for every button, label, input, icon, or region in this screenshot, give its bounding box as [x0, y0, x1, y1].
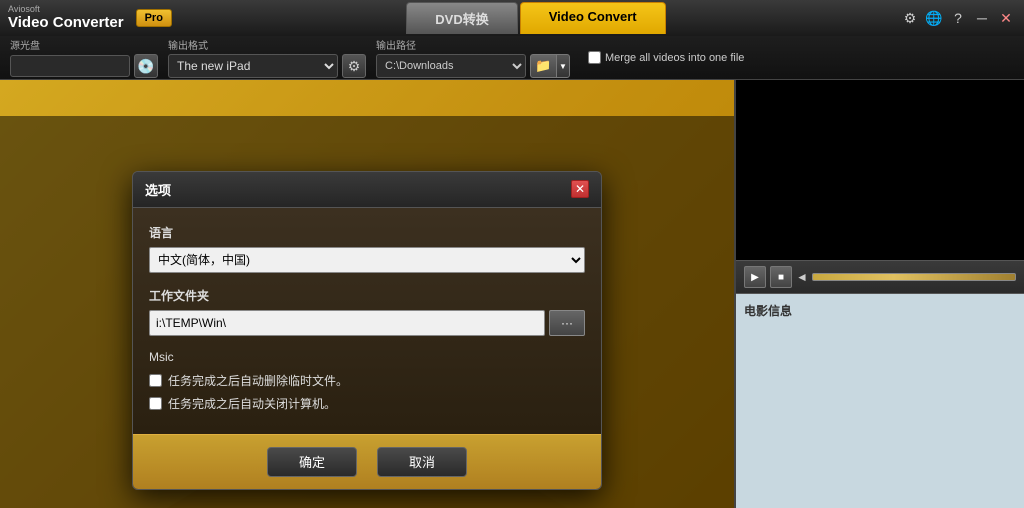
shutdown-checkbox[interactable] — [149, 397, 162, 410]
delete-temp-row: 任务完成之后自动删除临时文件。 — [149, 372, 585, 389]
tab-video[interactable]: Video Convert — [520, 2, 666, 34]
minimize-button[interactable]: ─ — [972, 8, 992, 28]
volume-icon: ◄ — [796, 270, 808, 284]
merge-label[interactable]: Merge all videos into one file — [605, 52, 744, 64]
options-dialog: 选项 ✕ 语言 中文(简体，中国) 工作文件夹 ··· — [132, 171, 602, 490]
window-controls: ⚙ 🌐 ? ─ ✕ — [900, 8, 1016, 28]
title-bar: Aviosoft Video Converter Pro DVD转换 Video… — [0, 0, 1024, 36]
shutdown-label[interactable]: 任务完成之后自动关闭计算机。 — [168, 395, 336, 412]
modal-footer: 确定 取消 — [133, 434, 601, 489]
pro-badge: Pro — [136, 9, 172, 27]
folder-browse-button[interactable]: 📁 ▼ — [530, 54, 570, 78]
folder-dropdown-arrow[interactable]: ▼ — [556, 54, 570, 78]
workdir-label: 工作文件夹 — [149, 287, 585, 304]
folder-icon[interactable]: 📁 — [530, 54, 556, 78]
format-select[interactable]: The new iPad — [168, 54, 338, 78]
play-button[interactable]: ▶ — [744, 266, 766, 288]
globe-icon[interactable]: 🌐 — [924, 8, 944, 28]
close-button[interactable]: ✕ — [996, 8, 1016, 28]
modal-close-button[interactable]: ✕ — [571, 180, 589, 198]
workdir-row: ··· — [149, 310, 585, 336]
right-panel: ▶ ■ ◄ 电影信息 — [734, 80, 1024, 508]
app-logo: Aviosoft Video Converter — [8, 5, 124, 32]
settings-icon[interactable]: ⚙ — [900, 8, 920, 28]
output-label: 输出路径 — [376, 37, 416, 52]
output-path-select[interactable]: C:\Downloads — [376, 54, 526, 78]
video-preview — [736, 80, 1024, 260]
modal-title: 选项 — [145, 180, 171, 199]
main-area: 选项 ✕ 语言 中文(简体，中国) 工作文件夹 ··· — [0, 80, 1024, 508]
movie-info-panel: 电影信息 — [736, 294, 1024, 508]
left-panel: 选项 ✕ 语言 中文(简体，中国) 工作文件夹 ··· — [0, 80, 734, 508]
modal-titlebar: 选项 ✕ — [133, 172, 601, 208]
format-label: 输出格式 — [168, 37, 208, 52]
merge-checkbox-group: Merge all videos into one file — [588, 51, 744, 64]
workdir-input[interactable] — [149, 310, 545, 336]
shutdown-row: 任务完成之后自动关闭计算机。 — [149, 395, 585, 412]
company-name: Aviosoft — [8, 5, 124, 14]
delete-temp-label[interactable]: 任务完成之后自动删除临时文件。 — [168, 372, 348, 389]
toolbar: 源光盘 💿 输出格式 The new iPad ⚙ 输出路径 C:\Downlo… — [0, 36, 1024, 80]
stop-button[interactable]: ■ — [770, 266, 792, 288]
output-path-group: 输出路径 C:\Downloads 📁 ▼ — [376, 37, 570, 78]
confirm-button[interactable]: 确定 — [267, 447, 357, 477]
format-settings-button[interactable]: ⚙ — [342, 54, 366, 78]
preview-controls: ▶ ■ ◄ — [736, 260, 1024, 294]
app-name: Video Converter — [8, 14, 124, 32]
disk-browse-button[interactable]: 💿 — [134, 54, 158, 78]
format-group: 输出格式 The new iPad ⚙ — [168, 37, 366, 78]
language-select[interactable]: 中文(简体，中国) — [149, 247, 585, 273]
modal-overlay: 选项 ✕ 语言 中文(简体，中国) 工作文件夹 ··· — [0, 116, 734, 508]
volume-slider[interactable] — [812, 273, 1016, 281]
modal-body: 语言 中文(简体，中国) 工作文件夹 ··· Msic 任务完成之后自动删除临 — [133, 208, 601, 434]
source-label: 源光盘 — [10, 37, 40, 52]
workdir-browse-button[interactable]: ··· — [549, 310, 585, 336]
misc-label: Msic — [149, 350, 585, 364]
help-icon[interactable]: ? — [948, 8, 968, 28]
delete-temp-checkbox[interactable] — [149, 374, 162, 387]
source-disk-group: 源光盘 💿 — [10, 37, 158, 78]
language-label: 语言 — [149, 224, 585, 241]
movie-info-title: 电影信息 — [744, 302, 1016, 319]
nav-tabs: DVD转换 Video Convert — [172, 2, 900, 34]
source-disk-input[interactable] — [10, 55, 130, 77]
tab-dvd[interactable]: DVD转换 — [406, 2, 517, 34]
cancel-button[interactable]: 取消 — [377, 447, 467, 477]
merge-checkbox[interactable] — [588, 51, 601, 64]
